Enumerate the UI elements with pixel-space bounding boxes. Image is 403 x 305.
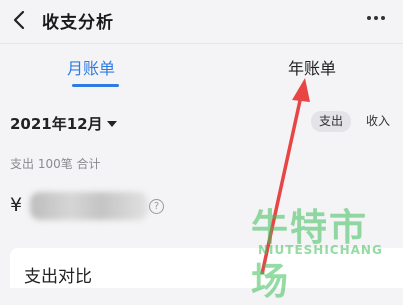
period-selector[interactable]: 2021年12月 — [10, 113, 117, 134]
question-circle-icon[interactable]: ? — [149, 199, 164, 214]
page-title: 收支分析 — [42, 13, 114, 33]
more-horizontal-icon[interactable] — [367, 16, 389, 22]
expense-summary: 支出 100笔 合计 — [10, 157, 101, 171]
tab-monthly-bill[interactable]: 月账单 — [67, 55, 115, 79]
chevron-left-icon[interactable] — [10, 9, 30, 31]
expense-toggle-button[interactable]: 支出 — [311, 111, 351, 132]
tab-bar: 月账单 年账单 — [0, 43, 403, 90]
currency-symbol: ¥ — [10, 194, 23, 216]
period-label: 2021年12月 — [10, 115, 103, 133]
card-title: 支出对比 — [24, 267, 92, 287]
watermark-subtext: NIUTESHICHANG — [258, 243, 383, 257]
blurred-amount — [30, 192, 148, 220]
caret-down-icon — [106, 120, 117, 127]
active-tab-indicator — [72, 84, 119, 87]
app-header: 收支分析 — [0, 0, 403, 42]
income-toggle-button[interactable]: 收入 — [358, 111, 398, 132]
tab-yearly-bill[interactable]: 年账单 — [288, 55, 336, 79]
